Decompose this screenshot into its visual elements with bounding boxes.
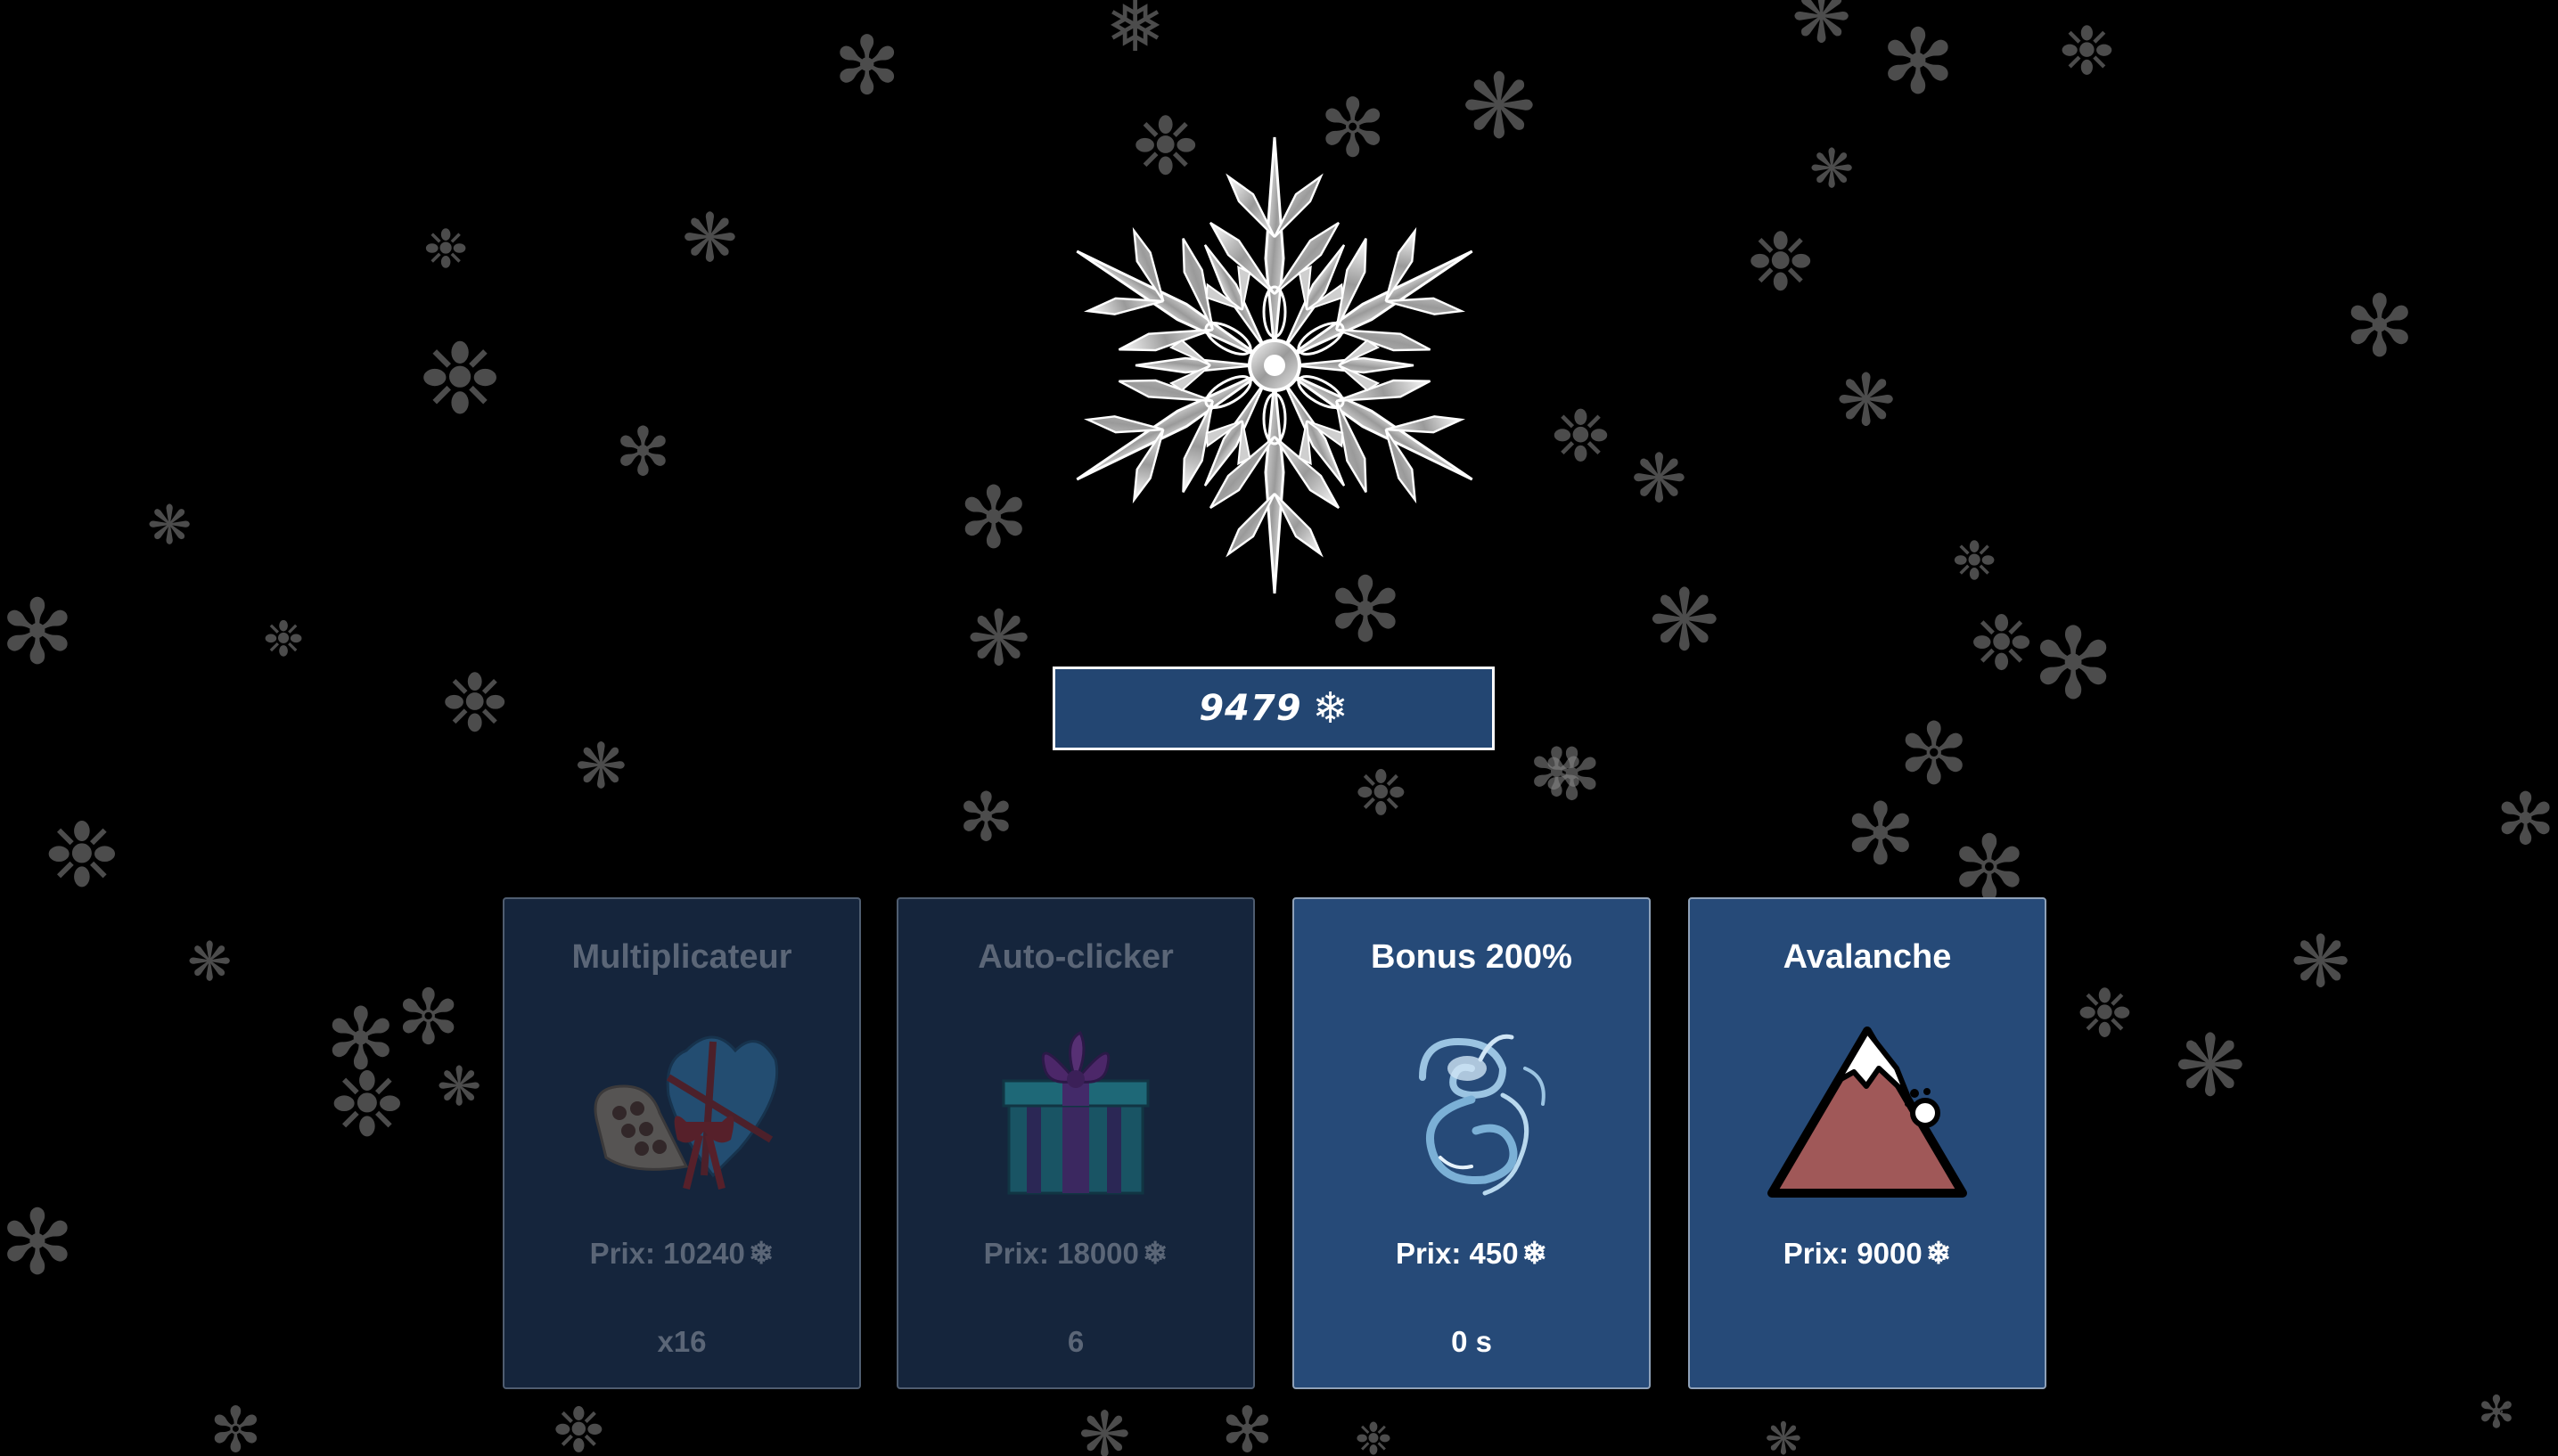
snowflake-icon: ❅ <box>1105 0 1166 68</box>
card-title: Bonus 200% <box>1371 938 1572 976</box>
snowflake-icon: ❉ <box>1355 1413 1392 1456</box>
snowflake-icon: ✻ <box>0 1190 75 1295</box>
snowflake-icon: ❋ <box>2291 920 2351 1003</box>
snowflake-icon: ❄ <box>1142 1237 1168 1271</box>
price-label: Prix: 10240 <box>589 1237 745 1270</box>
snowflake-icon: ✻ <box>2496 778 2556 861</box>
card-price: Prix: 9000 ❄ <box>1690 1236 2045 1272</box>
snowflake-icon: ❉ <box>441 657 509 750</box>
snowflake-icon: ✻ <box>1529 733 1585 812</box>
card-level: x16 <box>657 1325 707 1358</box>
snowflake-icon: ❋ <box>682 199 738 277</box>
score-counter: 9479 ❄ <box>1053 667 1495 750</box>
card-timer: 0 s <box>1451 1325 1492 1358</box>
snowflake-icon: ❋ <box>187 931 233 994</box>
snowflake-icon: ❄ <box>1925 1237 1952 1271</box>
snowflake-icon: ✻ <box>615 413 671 491</box>
card-price: Prix: 10240 ❄ <box>504 1236 859 1272</box>
snowflake-icon: ✻ <box>958 470 1029 568</box>
snowflake-icon: ❋ <box>437 1056 482 1118</box>
avalanche-mountain-icon <box>1765 1015 1970 1202</box>
snowflake-icon: ❄ <box>1312 683 1349 733</box>
snowflake-icon: ❄ <box>748 1237 775 1271</box>
card-price: Prix: 450 ❄ <box>1294 1236 1649 1272</box>
shop-card-multiplicateur[interactable]: Multiplicateur Prix: 10240 ❄ x16 <box>503 897 861 1389</box>
snowflake-icon: ✼ <box>397 974 461 1062</box>
snowflake-icon: ❋ <box>1765 1413 1802 1456</box>
snowflake-icon: ✻ <box>2344 278 2415 376</box>
snowflake-icon: ❋ <box>967 595 1031 683</box>
snowflake-icon: ❉ <box>2077 974 2133 1052</box>
shop-card-avalanche[interactable]: Avalanche Prix: 9000 ❄ <box>1688 897 2046 1389</box>
snowflake-icon: ❉ <box>1747 216 1815 309</box>
snowflake-icon: ❉ <box>419 322 502 436</box>
snowflake-icon: ❉ <box>1551 395 1611 478</box>
score-value: 9479 <box>1199 688 1302 729</box>
card-price: Prix: 18000 ❄ <box>898 1236 1253 1272</box>
snowflake-icon: ❋ <box>1649 572 1720 670</box>
snowflake-icon: ❋ <box>1836 359 1897 442</box>
snowflake-icon: ✼ <box>1898 706 1970 804</box>
snowflake-icon: ❉ <box>2059 12 2115 90</box>
card-title: Auto-clicker <box>978 938 1174 976</box>
snowflake-icon: ❉ <box>45 803 119 907</box>
snowflake-icon: ❉ <box>553 1394 605 1456</box>
crystal-snowflake-icon <box>1043 135 1506 595</box>
snowflake-icon: ❋ <box>2175 1018 2246 1116</box>
snowflake-icon: ✻ <box>833 20 901 113</box>
snowflake-icon: ❉ <box>423 218 469 281</box>
snowflake-icon: ✻ <box>1881 10 1955 114</box>
snowflake-icon: ❋ <box>147 495 193 557</box>
snowflake-icon: ❉ <box>263 610 305 667</box>
snowflake-icon: ✻ <box>958 778 1014 856</box>
price-label: Prix: 9000 <box>1783 1237 1923 1270</box>
price-label: Prix: 450 <box>1395 1237 1519 1270</box>
heart-chocolate-box-icon <box>579 1015 784 1202</box>
snowflake-icon: ✼ <box>209 1394 262 1456</box>
game-stage: ❅ ✻ ❋ ✼ ❉ ❋ ✻ ❉ ❋ ❉ ✻ ❋ ❉ ❋ ❉ ❋ ❉ ✻ ✼ ✻ … <box>0 0 2558 1456</box>
snowflake-icon: ❄ <box>1521 1237 1548 1271</box>
snowflake-icon: ❉ <box>330 1052 405 1157</box>
snowflake-icon: ❋ <box>1809 138 1855 200</box>
ice-swirl-icon <box>1369 1015 1574 1202</box>
snowflake-icon: ❉ <box>1970 600 2034 688</box>
snowflake-icon: ❉ <box>1355 757 1407 830</box>
snowflake-icon: ✻ <box>1221 1394 1274 1456</box>
card-level: 6 <box>1067 1325 1085 1358</box>
shop-card-auto-clicker[interactable]: Auto-clicker Prix: 18000 ❄ 6 <box>897 897 1255 1389</box>
card-title: Multiplicateur <box>571 938 792 976</box>
snowflake-icon: ✻ <box>0 580 75 684</box>
resize-grip-icon: ⋰ <box>2492 1401 2512 1423</box>
snowflake-icon: ❋ <box>1078 1398 1131 1456</box>
snowflake-icon: ✻ <box>2032 607 2115 721</box>
shop-card-bonus[interactable]: Bonus 200% Prix: 450 ❄ 0 s <box>1292 897 1651 1389</box>
snowflake-icon: ✻ <box>1845 786 1916 884</box>
snowflake-icon: ❋ <box>575 730 627 803</box>
main-snowflake-button[interactable] <box>1025 116 1524 615</box>
snowflake-icon: ❉ <box>1952 530 1997 593</box>
card-title: Avalanche <box>1783 938 1952 976</box>
gift-box-icon <box>973 1015 1178 1202</box>
price-label: Prix: 18000 <box>983 1237 1139 1270</box>
snowflake-icon: ❋ <box>1791 0 1852 59</box>
snowflake-icon: ❋ <box>1631 439 1687 518</box>
